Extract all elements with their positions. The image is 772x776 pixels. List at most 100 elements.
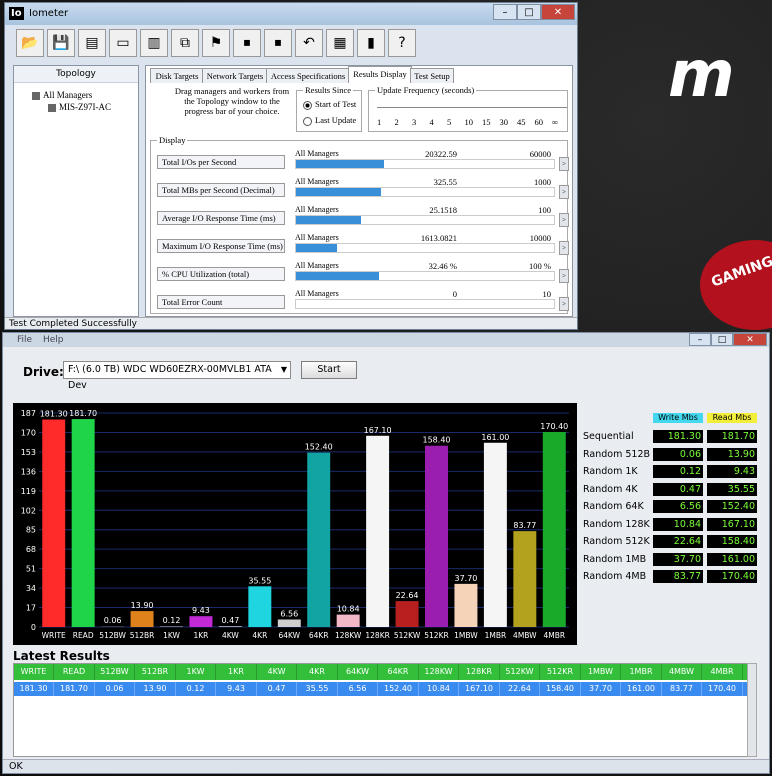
table-header-cell[interactable]: 64KR <box>379 664 419 680</box>
chevron-right-icon[interactable]: > <box>559 241 569 255</box>
open-folder-icon[interactable]: 📂 <box>16 29 44 57</box>
x-tick-label: 64KR <box>309 631 329 640</box>
table-header-cell[interactable]: 128KW <box>419 664 459 680</box>
bar-value-label: 83.77 <box>513 521 536 530</box>
disk-worker-icon[interactable]: ⧉ <box>171 29 199 57</box>
reset-icon[interactable]: ▦ <box>326 29 354 57</box>
metric-progress-bar[interactable] <box>295 215 555 225</box>
start-button[interactable]: Start <box>301 361 357 379</box>
metric-manager-label: All Managers <box>295 205 339 214</box>
x-tick-label: 4KR <box>252 631 267 640</box>
x-tick-label: 1KR <box>193 631 208 640</box>
menu-help[interactable]: Help <box>43 335 64 345</box>
metric-select-button[interactable]: Maximum I/O Response Time (ms) <box>157 239 285 253</box>
table-header-cell[interactable]: 64KW <box>338 664 378 680</box>
display-icon[interactable]: ▤ <box>78 29 106 57</box>
tab-results-display[interactable]: Results Display <box>348 66 412 83</box>
network-worker-icon[interactable]: ▥ <box>140 29 168 57</box>
metric-max: 60000 <box>529 149 551 159</box>
menu-file[interactable]: File <box>17 335 32 345</box>
metric-manager-label: All Managers <box>295 261 339 270</box>
save-icon[interactable]: 💾 <box>47 29 75 57</box>
metric-select-button[interactable]: Total MBs per Second (Decimal) <box>157 183 285 197</box>
latest-results-title: Latest Results <box>13 649 110 663</box>
drive-select[interactable]: F:\ (6.0 TB) WDC WD60EZRX-00MVLB1 ATA De… <box>63 361 291 391</box>
metric-manager-label: All Managers <box>295 149 339 158</box>
metric-progress-bar[interactable] <box>295 299 555 309</box>
brand-logo: m <box>668 38 735 112</box>
bench-close-button[interactable]: ✕ <box>733 333 767 346</box>
chevron-right-icon[interactable]: > <box>559 157 569 171</box>
metric-progress-bar[interactable] <box>295 243 555 253</box>
bar-4kr <box>248 586 272 627</box>
stop-icon[interactable]: ⏹ <box>264 29 292 57</box>
maximize-button[interactable]: □ <box>517 4 541 20</box>
read-speed-value: 152.40 <box>707 500 757 513</box>
vertical-scrollbar[interactable] <box>747 663 757 757</box>
table-header-cell[interactable]: 1MBW <box>581 664 621 680</box>
frequency-slider[interactable] <box>377 107 567 108</box>
result-row: Sequential 181.30 181.70 <box>581 429 763 445</box>
table-cell: 83.77 <box>662 682 702 696</box>
metric-select-button[interactable]: % CPU Utilization (total) <box>157 267 285 281</box>
table-row[interactable]: 181.30 181.70 0.06 13.90 0.12 9.43 0.47 35.55 6.… <box>14 682 754 696</box>
table-header-cell[interactable]: 1KW <box>176 664 216 680</box>
bench-minimize-button[interactable]: – <box>689 333 711 346</box>
gaming-badge-text: GAMING <box>709 253 772 291</box>
table-header-cell[interactable]: 128KR <box>460 664 500 680</box>
metric-select-button[interactable]: Average I/O Response Time (ms) <box>157 211 285 225</box>
metric-progress-bar[interactable] <box>295 271 555 281</box>
tree-manager[interactable]: MIS-Z97I-AC <box>48 102 111 112</box>
results-side-panel: Write Mbs Read Mbs Sequential 181.30 181.7… <box>581 407 763 587</box>
tab-test-setup[interactable]: Test Setup <box>410 68 454 83</box>
exit-icon[interactable]: ? <box>388 29 416 57</box>
metric-progress-bar[interactable] <box>295 187 555 197</box>
close-button[interactable]: ✕ <box>541 4 575 20</box>
table-header-cell[interactable]: 512KR <box>541 664 581 680</box>
table-header-cell[interactable]: 4KR <box>298 664 338 680</box>
table-header-cell[interactable]: 4KW <box>257 664 297 680</box>
chevron-right-icon[interactable]: > <box>559 213 569 227</box>
y-tick-label: 136 <box>21 467 36 476</box>
result-row: Random 64K 6.56 152.40 <box>581 499 763 515</box>
table-header-cell[interactable]: 512BR <box>136 664 176 680</box>
start-flag-icon[interactable]: ⏹ <box>233 29 261 57</box>
x-tick-label: 512BR <box>130 631 155 640</box>
read-speed-value: 161.00 <box>707 552 757 566</box>
metric-progress-bar[interactable] <box>295 159 555 169</box>
bench-maximize-button[interactable]: □ <box>711 333 733 346</box>
stop-all-icon[interactable]: ↶ <box>295 29 323 57</box>
table-cell: 181.30 <box>14 682 54 696</box>
minimize-button[interactable]: – <box>493 4 517 20</box>
radio-empty-icon <box>303 116 312 126</box>
tree-all-managers[interactable]: All Managers <box>32 90 92 100</box>
metric-select-button[interactable]: Total Error Count <box>157 295 285 309</box>
table-header-cell[interactable]: 512BW <box>95 664 135 680</box>
table-header-cell[interactable]: 4MBW <box>662 664 702 680</box>
cpu-icon[interactable]: ▮ <box>357 29 385 57</box>
tab-disk-targets[interactable]: Disk Targets <box>150 68 204 83</box>
tab-access-specifications[interactable]: Access Specifications <box>266 68 350 83</box>
y-tick-label: 153 <box>21 448 36 457</box>
tab-network-targets[interactable]: Network Targets <box>202 68 268 83</box>
iometer-title-bar[interactable]: Io Iometer – □ ✕ <box>5 3 577 25</box>
metric-max: 1000 <box>534 177 551 187</box>
result-row: Random 512K 22.64 158.40 <box>581 534 763 550</box>
chevron-right-icon[interactable]: > <box>559 185 569 199</box>
table-header-cell[interactable]: READ <box>55 664 95 680</box>
table-header-cell[interactable]: 1MBR <box>622 664 662 680</box>
table-header-cell[interactable]: 512KW <box>500 664 540 680</box>
frequency-tick-label: 3 <box>412 117 417 127</box>
chevron-right-icon[interactable]: > <box>559 269 569 283</box>
worker-icon[interactable]: ▭ <box>109 29 137 57</box>
radio-start-of-test[interactable]: Start of Test <box>303 99 356 110</box>
table-cell: 0.47 <box>257 682 297 696</box>
table-header-cell[interactable]: WRITE <box>14 664 54 680</box>
chevron-right-icon[interactable]: > <box>559 297 569 311</box>
duplicate-icon[interactable]: ⚑ <box>202 29 230 57</box>
metric-select-button[interactable]: Total I/Os per Second <box>157 155 285 169</box>
radio-last-update[interactable]: Last Update <box>303 115 356 126</box>
table-header-cell[interactable]: 4MBR <box>703 664 743 680</box>
table-header-cell[interactable]: 1KR <box>217 664 257 680</box>
x-tick-label: WRITE <box>42 631 66 640</box>
